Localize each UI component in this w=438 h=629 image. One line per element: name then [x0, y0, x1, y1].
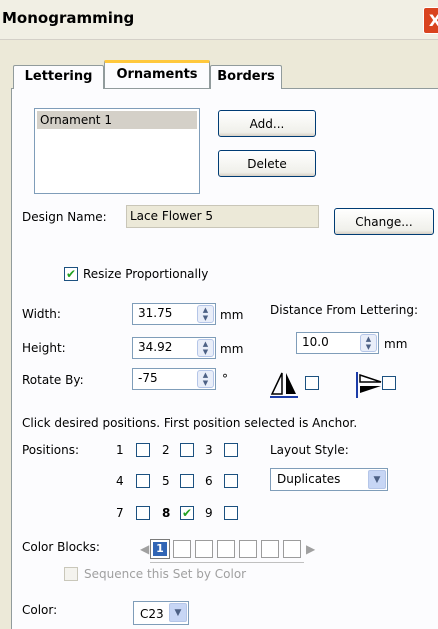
height-value: 34.92 [138, 340, 173, 354]
color-label: Color: [22, 603, 58, 617]
layout-style-value: Duplicates [277, 472, 341, 486]
resize-checkbox[interactable]: ✔ [64, 267, 78, 281]
chevron-down-icon[interactable]: ▼ [368, 470, 386, 489]
close-button[interactable]: X [423, 7, 438, 34]
positions-instructions: Click desired positions. First position … [22, 416, 358, 430]
color-block[interactable] [261, 540, 279, 558]
position-num: 3 [205, 443, 213, 457]
layout-style-label: Layout Style: [270, 443, 349, 457]
color-blocks-track [150, 562, 304, 563]
distance-unit: mm [384, 337, 408, 351]
color-block[interactable] [173, 540, 191, 558]
color-value: C23 [140, 607, 164, 621]
add-button[interactable]: Add... [218, 110, 316, 137]
color-block[interactable] [217, 540, 235, 558]
positions-label: Positions: [22, 443, 80, 457]
chevron-down-icon[interactable]: ▼ [169, 603, 187, 622]
distance-label: Distance From Lettering: [270, 303, 419, 317]
sequence-label: Sequence this Set by Color [84, 567, 247, 581]
sequence-checkbox[interactable] [64, 567, 78, 581]
rotate-value: -75 [138, 371, 158, 385]
rotate-label: Rotate By: [22, 373, 84, 387]
position-num: 2 [162, 443, 170, 457]
layout-style-select[interactable]: Duplicates ▼ [270, 468, 388, 491]
mirror-vertical-checkbox[interactable] [305, 376, 319, 390]
position-7-checkbox[interactable] [136, 506, 150, 520]
position-num: 7 [116, 506, 124, 520]
position-num: 5 [162, 474, 170, 488]
spin-icon[interactable]: ▲ ▼ [197, 370, 214, 388]
tab-lettering[interactable]: Lettering [13, 65, 104, 89]
width-unit: mm [220, 308, 244, 322]
window-title: Monogramming [2, 9, 135, 27]
design-name-field: Lace Flower 5 [126, 205, 319, 228]
tab-ornaments[interactable]: Ornaments [104, 60, 210, 88]
color-block[interactable] [239, 540, 257, 558]
position-num: 9 [205, 506, 213, 520]
degree-symbol: ° [222, 372, 228, 386]
color-block[interactable] [283, 540, 301, 558]
width-label: Width: [22, 307, 61, 321]
color-block-1[interactable]: 1 [150, 539, 170, 559]
width-value: 31.75 [138, 306, 173, 320]
position-9-checkbox[interactable] [224, 506, 238, 520]
position-8-checkbox[interactable]: ✔ [180, 506, 194, 520]
color-block[interactable] [195, 540, 213, 558]
delete-button[interactable]: Delete [218, 150, 316, 177]
mirror-vertical-icon [270, 372, 298, 398]
position-3-checkbox[interactable] [224, 443, 238, 457]
height-stepper[interactable]: 34.92 ▲ ▼ [132, 337, 216, 359]
position-num-anchor: 8 [162, 506, 171, 520]
position-num: 1 [116, 443, 124, 457]
mirror-horizontal-icon [356, 372, 382, 398]
spin-icon[interactable]: ▲ ▼ [197, 305, 214, 323]
distance-value: 10.0 [302, 335, 329, 349]
spin-icon[interactable]: ▲ ▼ [360, 334, 377, 352]
color-blocks-label: Color Blocks: [22, 540, 100, 554]
position-2-checkbox[interactable] [180, 443, 194, 457]
scroll-left-icon[interactable]: ◀ [140, 542, 149, 556]
mirror-horizontal-checkbox[interactable] [382, 376, 396, 390]
distance-stepper[interactable]: 10.0 ▲ ▼ [296, 332, 379, 354]
position-5-checkbox[interactable] [180, 474, 194, 488]
scroll-right-icon[interactable]: ▶ [306, 542, 315, 556]
height-label: Height: [22, 341, 66, 355]
height-unit: mm [220, 342, 244, 356]
resize-label: Resize Proportionally [83, 267, 209, 281]
spin-icon[interactable]: ▲ ▼ [197, 339, 214, 357]
position-num: 4 [116, 474, 124, 488]
color-select[interactable]: C23 ▼ [133, 601, 189, 625]
rotate-stepper[interactable]: -75 ▲ ▼ [132, 368, 216, 390]
tab-borders[interactable]: Borders [210, 65, 282, 89]
change-button[interactable]: Change... [334, 208, 434, 235]
width-stepper[interactable]: 31.75 ▲ ▼ [132, 303, 216, 325]
ornament-list[interactable]: Ornament 1 [34, 108, 200, 194]
position-1-checkbox[interactable] [136, 443, 150, 457]
position-4-checkbox[interactable] [136, 474, 150, 488]
position-6-checkbox[interactable] [224, 474, 238, 488]
list-item[interactable]: Ornament 1 [37, 111, 197, 129]
position-num: 6 [205, 474, 213, 488]
design-name-label: Design Name: [22, 210, 107, 224]
